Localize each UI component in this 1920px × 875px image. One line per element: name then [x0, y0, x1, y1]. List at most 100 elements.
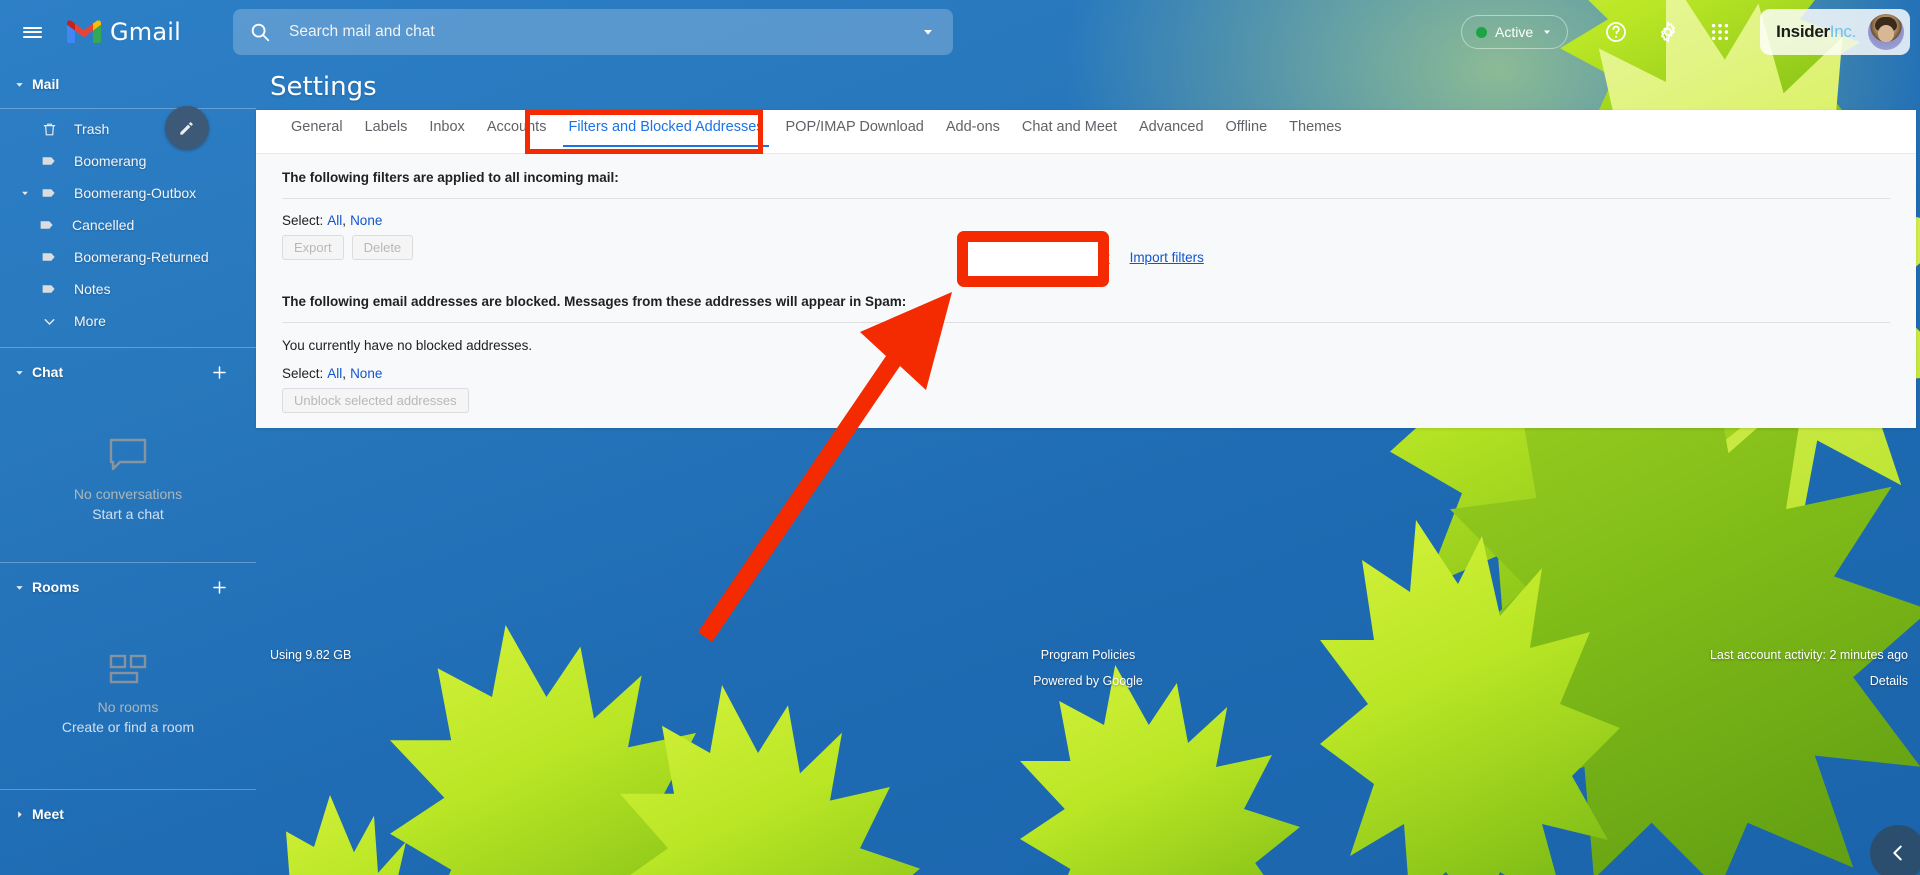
settings-panel-body: The following filters are applied to all…: [256, 154, 1916, 428]
plus-icon[interactable]: [208, 361, 230, 383]
status-badge[interactable]: Active: [1461, 15, 1569, 49]
select-all-link[interactable]: All: [327, 213, 342, 228]
chat-empty-title: No conversations: [73, 486, 183, 502]
sidebar-item-label: Boomerang-Outbox: [74, 185, 197, 201]
chat-empty-action[interactable]: Start a chat: [0, 506, 256, 522]
tab-accounts[interactable]: Accounts: [476, 110, 558, 147]
sidebar: Mail Trash Boomerang Boomerang-Outbox Ca…: [0, 64, 256, 875]
sidebar-item-label: More: [74, 313, 106, 329]
divider: [0, 789, 256, 790]
sidebar-section-rooms[interactable]: Rooms: [0, 567, 256, 607]
tab-labels[interactable]: Labels: [354, 110, 419, 147]
rooms-empty-action[interactable]: Create or find a room: [0, 719, 256, 735]
hamburger-icon[interactable]: [8, 8, 56, 56]
sidebar-mail-label: Mail: [32, 76, 60, 92]
sidebar-meet-label: Meet: [32, 806, 64, 822]
plus-icon[interactable]: [208, 576, 230, 598]
sidebar-item-label: Boomerang-Returned: [74, 249, 209, 265]
create-a-new-filter-link[interactable]: Create a new filter: [1000, 250, 1110, 265]
filter-action-links: Create a new filter Import filters: [1000, 250, 1204, 265]
select-label: Select:: [282, 366, 324, 381]
sidebar-item-boomerang[interactable]: Boomerang: [0, 145, 244, 177]
select-none-link[interactable]: None: [350, 213, 382, 228]
sidebar-section-meet[interactable]: Meet: [0, 794, 256, 834]
label-icon: [34, 216, 60, 234]
sidebar-item-label: Boomerang: [74, 153, 147, 169]
filters-select-row: Select: All , None: [282, 199, 1890, 228]
label-icon: [36, 248, 62, 266]
blocked-empty-text: You currently have no blocked addresses.: [282, 338, 533, 353]
gear-icon[interactable]: [1646, 10, 1690, 54]
leaf-decoration: [1020, 665, 1300, 875]
details-link[interactable]: Details: [1710, 674, 1908, 688]
sidebar-item-boomerang-returned[interactable]: Boomerang-Returned: [0, 241, 244, 273]
sidebar-item-boomerang-outbox[interactable]: Boomerang-Outbox: [0, 177, 244, 209]
rooms-empty-title: No rooms: [97, 699, 159, 715]
select-none-link[interactable]: None: [350, 366, 382, 381]
blocked-button-row: Unblock selected addresses: [282, 388, 1890, 413]
footer-center: Program Policies Powered by Google: [256, 648, 1920, 688]
tab-general[interactable]: General: [280, 110, 354, 147]
chat-empty-state: No conversations Start a chat: [0, 392, 256, 558]
select-label: Select:: [282, 213, 324, 228]
tab-add-ons[interactable]: Add-ons: [935, 110, 1011, 147]
sidebar-item-cancelled[interactable]: Cancelled: [0, 209, 244, 241]
select-all-link[interactable]: All: [327, 366, 342, 381]
tab-pop-imap-download[interactable]: POP/IMAP Download: [775, 110, 935, 147]
sidebar-rooms-label: Rooms: [32, 579, 80, 595]
avatar[interactable]: [1868, 14, 1904, 50]
chevron-down-icon[interactable]: [915, 19, 941, 45]
search-icon: [249, 21, 271, 43]
help-circle-icon[interactable]: [1594, 10, 1638, 54]
sidebar-item-label: Trash: [74, 121, 110, 137]
settings-panel: General Labels Inbox Accounts Filters an…: [256, 110, 1916, 428]
chevron-down-icon: [1544, 30, 1551, 34]
brand-account-pill[interactable]: InsiderInc.: [1760, 9, 1910, 55]
sidebar-item-label: Notes: [74, 281, 111, 297]
apps-grid-icon[interactable]: [1698, 10, 1742, 54]
search-input[interactable]: [289, 23, 916, 41]
unblock-selected-addresses-button[interactable]: Unblock selected addresses: [282, 388, 469, 413]
import-filters-link[interactable]: Import filters: [1130, 250, 1204, 265]
chevron-left-icon: [1893, 845, 1902, 861]
divider: [0, 108, 256, 109]
caret-down-icon: [10, 79, 28, 90]
compose-button[interactable]: [165, 106, 209, 150]
blocked-section-heading: The following email addresses are blocke…: [282, 294, 907, 309]
page-title: Settings: [270, 72, 377, 102]
tab-offline[interactable]: Offline: [1215, 110, 1279, 147]
program-policies-link[interactable]: Program Policies: [256, 648, 1920, 662]
sidebar-chat-label: Chat: [32, 364, 64, 380]
caret-down-icon[interactable]: [14, 188, 36, 198]
brand-suffix: Inc.: [1829, 22, 1857, 41]
gmail-wordmark: Gmail: [110, 18, 182, 46]
divider: [0, 347, 256, 348]
caret-right-icon: [10, 809, 28, 820]
blocked-select-row: Select: All , None: [282, 353, 1890, 381]
trash-icon: [36, 121, 62, 138]
sidebar-item-more[interactable]: More: [0, 305, 244, 337]
sidebar-item-notes[interactable]: Notes: [0, 273, 244, 305]
tab-themes[interactable]: Themes: [1278, 110, 1352, 147]
label-icon: [36, 152, 62, 170]
caret-down-icon: [10, 367, 28, 378]
last-account-activity: Last account activity: 2 minutes ago: [1709, 648, 1908, 662]
divider: [0, 562, 256, 563]
collapse-panel-button[interactable]: [1870, 825, 1920, 875]
powered-by-google: Powered by Google: [1033, 674, 1143, 688]
settings-tabs: General Labels Inbox Accounts Filters an…: [256, 110, 1916, 154]
tab-filters-and-blocked-addresses[interactable]: Filters and Blocked Addresses: [557, 110, 774, 147]
tab-advanced[interactable]: Advanced: [1128, 110, 1215, 147]
search-bar[interactable]: [233, 9, 954, 55]
gmail-logo-icon[interactable]: Gmail: [66, 18, 181, 46]
tab-chat-and-meet[interactable]: Chat and Meet: [1011, 110, 1128, 147]
sidebar-section-chat[interactable]: Chat: [0, 352, 256, 392]
brand-name-text: Insider: [1776, 22, 1830, 41]
chevron-down-icon: [36, 313, 62, 330]
delete-button[interactable]: Delete: [351, 235, 414, 260]
tab-inbox[interactable]: Inbox: [418, 110, 475, 147]
status-dot: [1476, 26, 1488, 38]
sidebar-section-mail[interactable]: Mail: [0, 64, 256, 104]
export-button[interactable]: Export: [282, 235, 344, 260]
select-separator: ,: [342, 213, 347, 228]
